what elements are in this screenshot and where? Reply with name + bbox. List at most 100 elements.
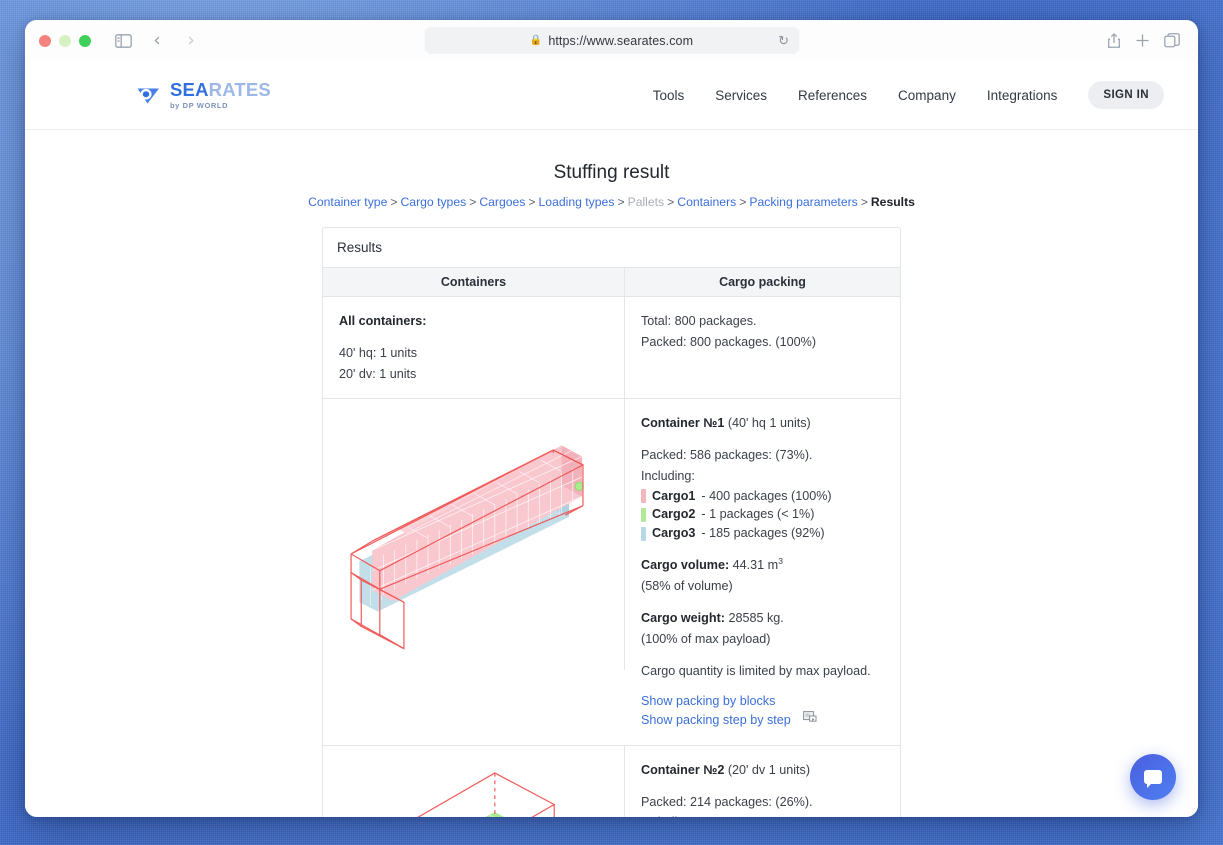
breadcrumb-packing-parameters[interactable]: Packing parameters xyxy=(749,195,857,209)
forward-chevron-icon[interactable]: › xyxy=(177,28,205,54)
logo-tagline: by DP WORLD xyxy=(170,100,229,110)
site-header: SEARATES by DP WORLD Tools Services Refe… xyxy=(25,61,1198,130)
container-1-visualization-cell xyxy=(323,399,625,671)
breadcrumb-separator: > xyxy=(528,195,536,209)
chat-bubble-icon xyxy=(1144,770,1162,788)
volume-exponent: 3 xyxy=(778,556,783,567)
breadcrumb-separator: > xyxy=(617,195,625,209)
page-title: Stuffing result xyxy=(553,162,670,183)
chat-widget-button[interactable] xyxy=(1130,754,1176,800)
breadcrumb-separator: > xyxy=(469,195,477,209)
breadcrumb-cargoes[interactable]: Cargoes xyxy=(479,195,525,209)
summary-packed-packages: Packed: 800 packages. (100%) xyxy=(641,334,817,349)
cargo-detail: - 1 packages (< 1%) xyxy=(701,507,815,522)
browser-toolbar: ‹ › 🔒 https://www.searates.com ↻ xyxy=(25,20,1198,61)
container-1-cargo-item: Cargo1 - 400 packages (100%) xyxy=(641,487,886,506)
show-packing-step-by-step-link[interactable]: Show packing step by step xyxy=(641,711,791,729)
url-text: https://www.searates.com xyxy=(548,33,694,48)
container-1-3d-view[interactable] xyxy=(339,413,608,650)
minimize-window-button[interactable] xyxy=(59,34,71,47)
container-1-weight: Cargo weight: 28585 kg. xyxy=(641,608,886,629)
summary-total-packages: Total: 800 packages. xyxy=(641,314,757,328)
plus-icon[interactable] xyxy=(1135,33,1150,48)
container-1-cargo-item: Cargo2 - 1 packages (< 1%) xyxy=(641,505,886,524)
sign-in-button[interactable]: SIGN IN xyxy=(1088,81,1164,109)
step-by-step-player-icon[interactable] xyxy=(802,710,818,729)
breadcrumb-separator: > xyxy=(667,195,675,209)
results-card-title: Results xyxy=(323,228,900,268)
container-1-heading: Container №1 (40' hq 1 units) xyxy=(641,413,886,434)
cargo-name: Cargo1 xyxy=(652,488,696,503)
container-2-packed: Packed: 214 packages: (26%). xyxy=(641,794,813,809)
container-2-spec: (20' dv 1 units) xyxy=(727,762,811,777)
container-1-spec: (40' hq 1 units) xyxy=(727,416,811,431)
toolbar-right-icons xyxy=(1107,32,1184,49)
web-page: SEARATES by DP WORLD Tools Services Refe… xyxy=(25,61,1198,817)
cargo-name: Cargo3 xyxy=(652,526,696,541)
searates-logo[interactable]: SEARATES by DP WORLD xyxy=(136,78,271,110)
breadcrumb-containers[interactable]: Containers xyxy=(677,195,736,209)
nav-item-company[interactable]: Company xyxy=(898,88,956,103)
container-1-volume-percent: (58% of volume) xyxy=(641,579,733,594)
searates-logo-text: SEARATES by DP WORLD xyxy=(170,78,271,110)
browser-window: ‹ › 🔒 https://www.searates.com ↻ SEARATE… xyxy=(25,20,1198,817)
breadcrumb-loading-types[interactable]: Loading types xyxy=(539,195,615,209)
page-content: Stuffing result Container type > Cargo typ… xyxy=(25,130,1198,817)
close-window-button[interactable] xyxy=(39,34,51,47)
nav-item-services[interactable]: Services xyxy=(715,88,767,103)
summary-row: All containers: 40' hq: 1 units 20' dv: … xyxy=(323,297,900,400)
breadcrumb-pallets: Pallets xyxy=(627,195,665,209)
summary-container-40hq: 40' hq: 1 units xyxy=(339,345,418,360)
main-navigation: Tools Services References Company Integr… xyxy=(653,81,1164,109)
container-2-including-label: Including: xyxy=(641,812,886,817)
container-2-heading: Container №2 (20' dv 1 units) xyxy=(641,760,886,781)
summary-packing-cell: Total: 800 packages. Packed: 800 package… xyxy=(625,297,900,398)
nav-item-integrations[interactable]: Integrations xyxy=(987,88,1058,103)
container-2-visualization-cell xyxy=(323,745,625,817)
results-card: Results Containers Cargo packing All con… xyxy=(322,227,901,817)
maximize-window-button[interactable] xyxy=(79,34,91,47)
container-2-3d-view[interactable] xyxy=(339,760,608,817)
results-table-header: Containers Cargo packing xyxy=(323,268,900,297)
cargo-color-swatch-icon xyxy=(641,526,646,541)
breadcrumb: Container type > Cargo types > Cargoes > Loadi… xyxy=(25,195,1198,209)
container-1-note: Cargo quantity is limited by max payload… xyxy=(641,663,871,678)
container-1-weight-percent: (100% of max payload) xyxy=(641,631,771,646)
breadcrumb-cargo-types[interactable]: Cargo types xyxy=(400,195,466,209)
breadcrumb-separator: > xyxy=(739,195,747,209)
column-header-cargo-packing: Cargo packing xyxy=(719,275,806,289)
summary-container-20dv: 20' dv: 1 units xyxy=(339,366,417,381)
breadcrumb-separator: > xyxy=(390,195,398,209)
address-bar[interactable]: 🔒 https://www.searates.com ↻ xyxy=(424,27,799,54)
breadcrumb-separator: > xyxy=(860,195,868,209)
sidebar-toggle-icon[interactable] xyxy=(109,28,137,54)
cargo-detail: - 185 packages (92%) xyxy=(701,526,825,541)
breadcrumb-container-type[interactable]: Container type xyxy=(308,195,387,209)
breadcrumb-results: Results xyxy=(870,195,915,209)
back-chevron-icon[interactable]: ‹ xyxy=(143,28,171,54)
show-packing-by-blocks-link[interactable]: Show packing by blocks xyxy=(641,692,775,710)
tabs-overview-icon[interactable] xyxy=(1164,33,1180,48)
logo-primary: SEA xyxy=(170,78,209,100)
container-2-details-cell: Container №2 (20' dv 1 units) Packed: 21… xyxy=(625,746,900,817)
container-2-name: Container №2 xyxy=(641,762,725,777)
all-containers-heading: All containers: xyxy=(339,314,427,328)
cargo-detail: - 400 packages (100%) xyxy=(701,488,832,503)
cargo-name: Cargo2 xyxy=(652,507,696,522)
searates-logo-mark-icon xyxy=(136,83,161,108)
container-1-volume: Cargo volume: 44.31 m3 xyxy=(641,554,886,576)
container-1-including-label: Including: xyxy=(641,468,695,483)
window-controls xyxy=(39,34,91,47)
container-row-1: Container №1 (40' hq 1 units) Packed: 58… xyxy=(323,399,900,746)
logo-secondary: RATES xyxy=(208,78,271,100)
volume-value: 44.31 m xyxy=(732,558,779,573)
container-1-details-cell: Container №1 (40' hq 1 units) Packed: 58… xyxy=(625,399,900,744)
share-icon[interactable] xyxy=(1107,32,1121,49)
nav-item-references[interactable]: References xyxy=(798,88,867,103)
cargo-color-swatch-icon xyxy=(641,489,646,504)
weight-value: 28585 kg. xyxy=(728,610,784,625)
reload-icon[interactable]: ↻ xyxy=(778,33,789,49)
nav-item-tools[interactable]: Tools xyxy=(653,88,685,103)
cargo-color-swatch-icon xyxy=(641,507,646,522)
container-1-cargo-item: Cargo3 - 185 packages (92%) xyxy=(641,524,886,543)
